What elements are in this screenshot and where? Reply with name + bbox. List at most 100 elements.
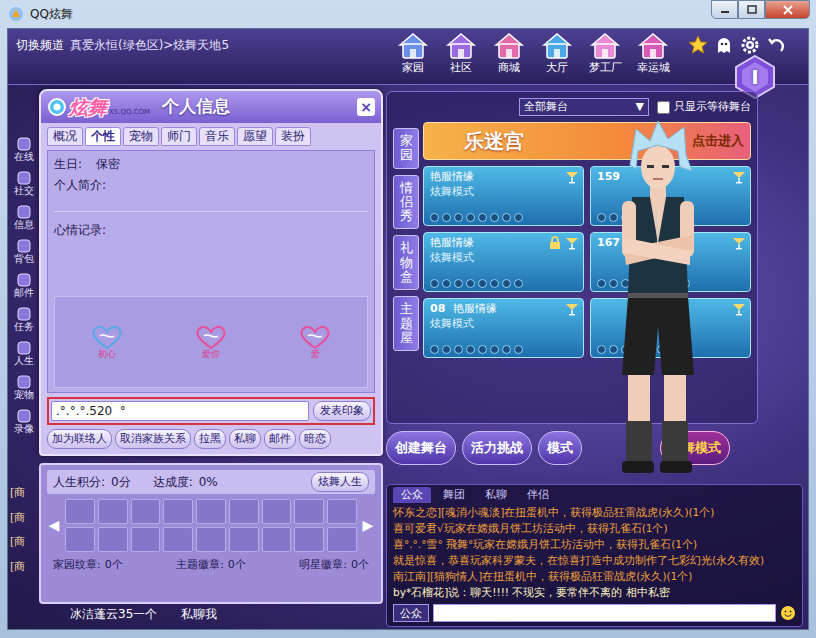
sidebar-item[interactable]: 录像 — [10, 405, 38, 439]
dialog-tab[interactable]: 音乐 — [199, 127, 235, 146]
whisper-link[interactable]: 私聊我 — [181, 605, 217, 623]
nav-label: 家园 — [402, 61, 424, 74]
stage-action-button[interactable]: 活力挑战 — [462, 431, 532, 465]
life-summary: 人生积分:0分达成度:0%炫舞人生 — [47, 470, 375, 494]
room-card[interactable]: 08艳服情缘炫舞模式 — [423, 298, 584, 358]
side-tab-label: 礼物盒 — [400, 241, 413, 284]
dialog-tab[interactable]: 师门 — [161, 127, 197, 146]
profile-action-button[interactable]: 取消家族关系 — [115, 429, 191, 449]
badge-value: 0个 — [351, 557, 369, 574]
side-tab[interactable]: 礼物盒 — [393, 235, 419, 290]
sidebar-item[interactable]: 社交 — [10, 167, 38, 201]
side-tab-label: 主题屋 — [400, 302, 413, 345]
nav-item[interactable]: 家园 — [393, 31, 433, 74]
profile-action-button[interactable]: 邮件 — [264, 429, 296, 449]
gear-icon[interactable] — [740, 35, 760, 55]
ghost-icon[interactable] — [714, 35, 734, 55]
seat-dot — [430, 345, 439, 354]
dialog-header: 炫舞X5.QQ.COM个人信息× — [41, 91, 381, 123]
switch-channel-link[interactable]: 切换频道 — [16, 36, 64, 54]
level-text: I — [751, 62, 758, 92]
heart-icon — [90, 324, 124, 350]
profile-action-button[interactable]: 暗恋 — [299, 429, 331, 449]
chat-tab[interactable]: 伴侣 — [519, 487, 557, 503]
room-number: 167 — [597, 236, 620, 250]
sidebar-item[interactable]: 在线 — [10, 133, 38, 167]
menu-item-icon — [17, 205, 31, 219]
side-tab[interactable]: 主题屋 — [393, 296, 419, 351]
dialog-tab[interactable]: 装扮 — [275, 127, 311, 146]
sidebar-item[interactable]: 背包 — [10, 235, 38, 269]
only-waiting-toggle[interactable]: 只显示等待舞台 — [657, 99, 751, 116]
chat-message: 就是惊喜，恭喜玩家科罗蒙夫，在惊喜打造中成功制作了七彩幻光(永久有效) — [393, 553, 796, 568]
badge-slot — [98, 527, 128, 552]
submit-impression-button[interactable]: 发表印象 — [313, 401, 371, 421]
chat-tab[interactable]: 私聊 — [477, 487, 515, 503]
logo-site: X5.QQ.COM — [109, 107, 150, 118]
dialog-tab[interactable]: 概况 — [47, 127, 83, 146]
sidebar-item[interactable]: 宠物 — [10, 371, 38, 405]
sidebar-item[interactable]: 人生 — [10, 337, 38, 371]
dialog-tab[interactable]: 宠物 — [123, 127, 159, 146]
stage-action-button[interactable]: 模式 — [538, 431, 582, 465]
profile-action-button[interactable]: 加为联络人 — [47, 429, 112, 449]
smiley-icon[interactable] — [780, 605, 796, 621]
minimize-icon[interactable] — [711, 0, 738, 19]
dialog-tab[interactable]: 愿望 — [237, 127, 273, 146]
maze-banner[interactable]: 乐迷宫 点击进入 — [423, 122, 751, 160]
prev-arrow[interactable]: ◀ — [47, 515, 61, 536]
lock-icon — [549, 236, 561, 250]
nav-item[interactable]: 商城 — [489, 31, 529, 74]
chat-tab[interactable]: 舞团 — [435, 487, 473, 503]
back-arrow-icon[interactable] — [766, 35, 786, 55]
next-arrow[interactable]: ▶ — [361, 515, 375, 536]
left-chat: [商[商[商[商 — [10, 485, 38, 575]
chat-tab[interactable]: 公众 — [393, 487, 431, 503]
side-tab[interactable]: 家园 — [393, 128, 419, 169]
side-tab[interactable]: 情侣秀 — [393, 175, 419, 230]
room-card[interactable]: 艳服情缘炫舞模式 — [423, 232, 584, 292]
badge-slot — [229, 499, 259, 524]
star-icon[interactable] — [688, 35, 708, 55]
nav-item[interactable]: 幸运城 — [633, 31, 673, 74]
menu-item-icon — [17, 409, 31, 423]
nav-item[interactable]: 大厅 — [537, 31, 577, 74]
banner-title: 乐迷宫 — [464, 126, 524, 156]
badge-slots: ◀▶ — [47, 499, 375, 552]
profile-action-button[interactable]: 私聊 — [229, 429, 261, 449]
sticker: 爱你 — [194, 324, 228, 360]
nav-item[interactable]: 梦工厂 — [585, 31, 625, 74]
building-icon — [636, 31, 670, 61]
room-seats — [430, 213, 577, 222]
close-button[interactable]: × — [357, 98, 375, 116]
sidebar-item[interactable]: 任务 — [10, 303, 38, 337]
nav-item[interactable]: 社区 — [441, 31, 481, 74]
badge-label: 主题徽章: — [176, 557, 224, 574]
building-icon — [492, 31, 526, 61]
sidebar-item[interactable]: 信息 — [10, 201, 38, 235]
only-waiting-checkbox[interactable] — [657, 101, 670, 114]
chat-fragment: [商 — [10, 559, 38, 576]
close-icon[interactable] — [765, 0, 810, 19]
top-nav: 家园 社区商城大厅 梦工厂幸运城 — [393, 31, 673, 74]
profile-action-button[interactable]: 拉黑 — [194, 429, 226, 449]
chat-channel-select[interactable]: 公众 — [393, 604, 429, 622]
room-number: 159 — [597, 170, 620, 184]
seat-dot — [490, 345, 499, 354]
enter-button[interactable]: 点击进入 — [692, 131, 744, 151]
dialog-tab[interactable]: 个性 — [85, 127, 121, 146]
impression-row: 发表印象 — [47, 397, 375, 425]
maximize-icon[interactable] — [738, 0, 765, 19]
chat-input[interactable] — [433, 604, 776, 622]
sidebar-item[interactable]: 邮件 — [10, 269, 38, 303]
birthday-value: 保密 — [96, 155, 120, 173]
dance-life-button[interactable]: 炫舞人生 — [311, 472, 369, 492]
stage-action-button[interactable]: 创建舞台 — [386, 431, 456, 465]
chat-message: 怀东之恋][魂消小魂淡]在扭蛋机中，获得极品狂雷战虎(永久)(1个) — [393, 505, 796, 520]
nav-label: 大厅 — [546, 61, 568, 74]
seat-dot — [478, 279, 487, 288]
q-logo-icon — [47, 97, 67, 117]
impression-input[interactable] — [51, 401, 309, 421]
stage-dropdown[interactable]: 全部舞台▼ — [519, 98, 649, 116]
room-card[interactable]: 艳服情缘炫舞模式 — [423, 166, 584, 226]
